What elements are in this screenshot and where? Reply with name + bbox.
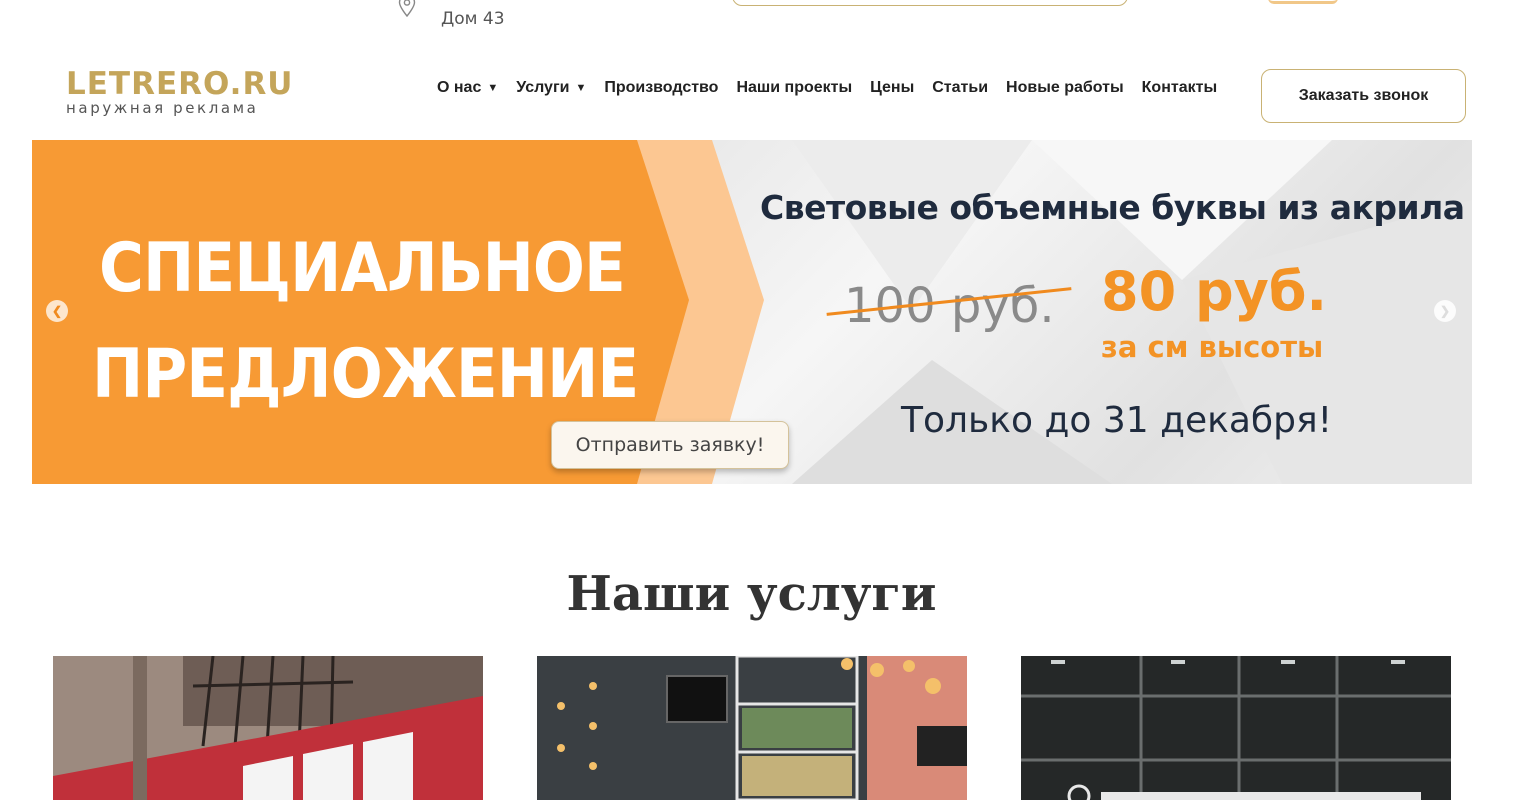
search-box[interactable] bbox=[732, 0, 1128, 6]
old-price: 100 руб. bbox=[844, 278, 1055, 334]
price-unit: за см высоты bbox=[1101, 330, 1324, 364]
chevron-down-icon: ▼ bbox=[487, 82, 499, 94]
slider-prev-arrow-icon[interactable]: ❮ bbox=[46, 300, 68, 322]
nav-item-articles[interactable]: Статьи bbox=[932, 79, 988, 97]
promo-banner-slider: СПЕЦИАЛЬНОЕ ПРЕДЛОЖЕНИЕ Световые объемны… bbox=[32, 140, 1472, 484]
nav-label: Контакты bbox=[1141, 79, 1218, 96]
order-call-button[interactable]: Заказать звонок bbox=[1261, 69, 1466, 123]
nav-label: Статьи bbox=[932, 79, 989, 96]
nav-item-prices[interactable]: Цены bbox=[870, 79, 914, 97]
slider-next-arrow-icon[interactable]: ❯ bbox=[1434, 300, 1456, 322]
nav-item-production[interactable]: Производство bbox=[604, 79, 718, 97]
promo-headline: СПЕЦИАЛЬНОЕ ПРЕДЛОЖЕНИЕ bbox=[92, 216, 639, 428]
site-logo[interactable]: LETRERO.RU наружная реклама bbox=[66, 68, 298, 117]
phone-link[interactable] bbox=[1268, 0, 1338, 4]
nav-item-contacts[interactable]: Контакты bbox=[1142, 79, 1217, 97]
service-card-facade-letters[interactable] bbox=[53, 656, 483, 800]
new-price: 80 руб. bbox=[1101, 260, 1328, 323]
top-info-bar: Дом 43 bbox=[0, 0, 1528, 40]
service-card-mall-signage[interactable] bbox=[1021, 656, 1451, 800]
service-card-interior-signage[interactable] bbox=[537, 656, 967, 800]
nav-label: Новые работы bbox=[1006, 79, 1124, 96]
main-nav: О нас ▼ Услуги ▼ Производство Наши проек… bbox=[437, 79, 1217, 97]
nav-label: Цены bbox=[870, 79, 915, 96]
services-heading: Наши услуги bbox=[566, 566, 937, 622]
nav-item-new-works[interactable]: Новые работы bbox=[1006, 79, 1124, 97]
service-photo bbox=[1021, 656, 1451, 800]
address-line: Дом 43 bbox=[441, 9, 505, 29]
send-request-button[interactable]: Отправить заявку! bbox=[551, 421, 789, 469]
promo-line: ПРЕДЛОЖЕНИЕ bbox=[92, 335, 639, 414]
nav-label: О нас bbox=[437, 79, 482, 96]
nav-label: Наши проекты bbox=[736, 79, 853, 96]
nav-label: Производство bbox=[604, 79, 719, 96]
offer-deadline: Только до 31 декабря! bbox=[901, 400, 1333, 441]
nav-item-projects[interactable]: Наши проекты bbox=[736, 79, 852, 97]
service-photo bbox=[53, 656, 483, 800]
nav-item-about[interactable]: О нас ▼ bbox=[437, 79, 498, 97]
promo-line: СПЕЦИАЛЬНОЕ bbox=[99, 229, 626, 308]
chevron-down-icon: ▼ bbox=[575, 82, 587, 94]
nav-item-services[interactable]: Услуги ▼ bbox=[516, 79, 586, 97]
offer-title: Световые объемные буквы из акрила bbox=[760, 188, 1465, 227]
nav-label: Услуги bbox=[516, 79, 570, 96]
logo-wordmark: LETRERO.RU bbox=[66, 66, 294, 102]
service-photo bbox=[537, 656, 967, 800]
location-pin-icon bbox=[398, 0, 416, 18]
